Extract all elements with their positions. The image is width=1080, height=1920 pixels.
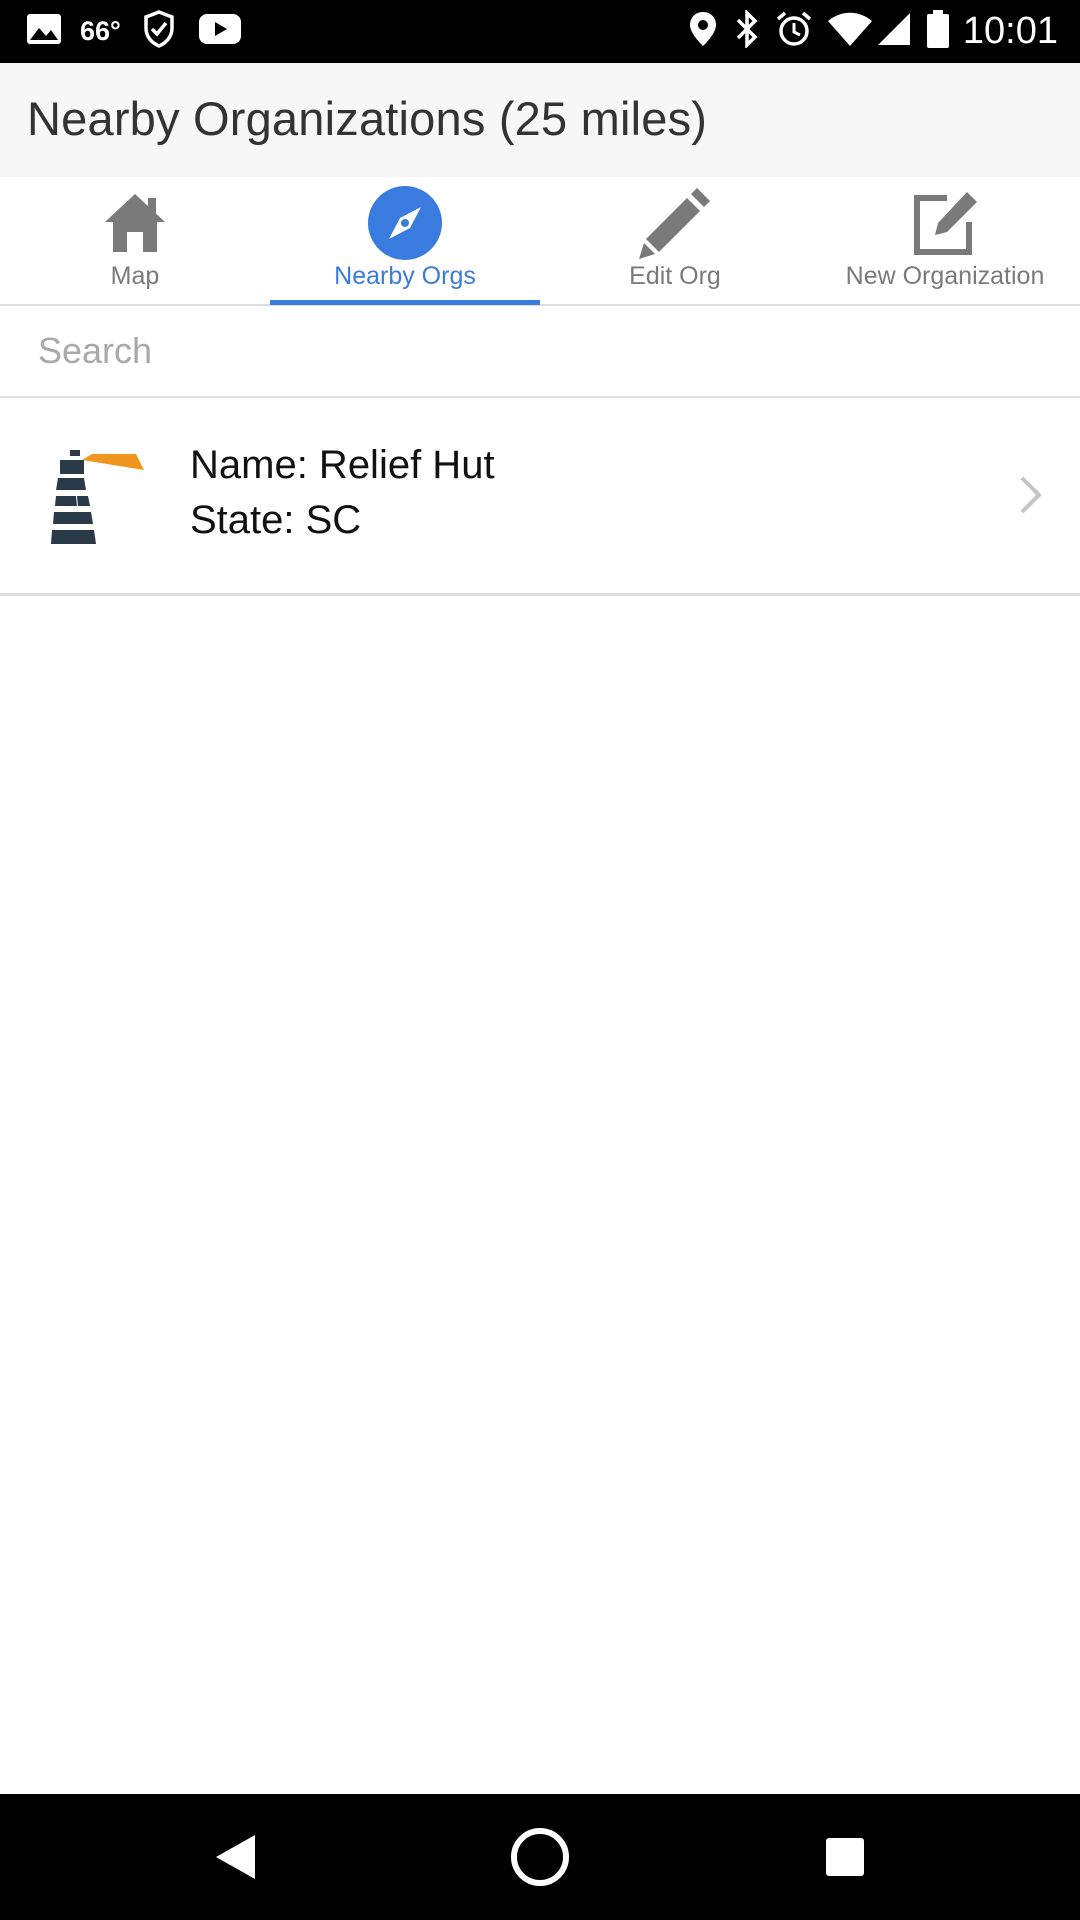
tab-edit-org[interactable]: Edit Org (540, 177, 810, 304)
battery-icon (926, 10, 949, 53)
org-state: State: SC (190, 498, 362, 542)
tab-map[interactable]: Map (0, 177, 270, 304)
status-left: 66° (26, 0, 241, 63)
search-input[interactable] (38, 324, 1038, 378)
youtube-icon (198, 14, 241, 49)
signal-icon (877, 12, 911, 51)
tab-label: New Organization (845, 262, 1045, 290)
wifi-icon (827, 12, 873, 51)
organization-list: Name: Relief Hut State: SC (0, 398, 1080, 596)
org-name: Name: Relief Hut (190, 443, 495, 487)
recents-icon[interactable] (815, 1794, 875, 1920)
status-right: 10:01 (689, 0, 1058, 63)
tab-new-organization[interactable]: New Organization (810, 177, 1080, 304)
system-nav-bar (0, 1794, 1080, 1920)
image-icon (26, 13, 62, 50)
chevron-right-icon (1018, 474, 1044, 516)
temperature-text: 66° (80, 16, 121, 46)
tab-label: Map (110, 262, 160, 290)
lighthouse-logo (48, 444, 148, 548)
app-header: Nearby Organizations (25 miles) (0, 63, 1080, 177)
compass-icon (270, 183, 540, 263)
edit-square-icon (810, 183, 1080, 263)
back-icon[interactable] (205, 1794, 265, 1920)
bluetooth-icon (735, 8, 759, 53)
tab-label: Edit Org (629, 262, 721, 290)
clock-text: 10:01 (962, 10, 1058, 52)
org-details: Name: Relief Hut State: SC (190, 438, 495, 548)
alarm-icon (775, 10, 813, 53)
tab-nearby-orgs[interactable]: Nearby Orgs (270, 177, 540, 304)
home-circle-icon[interactable] (505, 1794, 575, 1920)
home-icon (0, 183, 270, 263)
active-tab-indicator (270, 300, 540, 305)
status-bar: 66° 10:01 (0, 0, 1080, 63)
tab-label: Nearby Orgs (334, 262, 476, 290)
tab-bar: Map Nearby Orgs Edit Org New Organizatio… (0, 177, 1080, 306)
shield-check-icon (143, 10, 175, 53)
search-bar (0, 306, 1080, 398)
location-icon (689, 11, 717, 52)
pencil-icon (540, 183, 810, 263)
list-item[interactable]: Name: Relief Hut State: SC (0, 398, 1080, 596)
page-title: Nearby Organizations (25 miles) (27, 92, 708, 145)
